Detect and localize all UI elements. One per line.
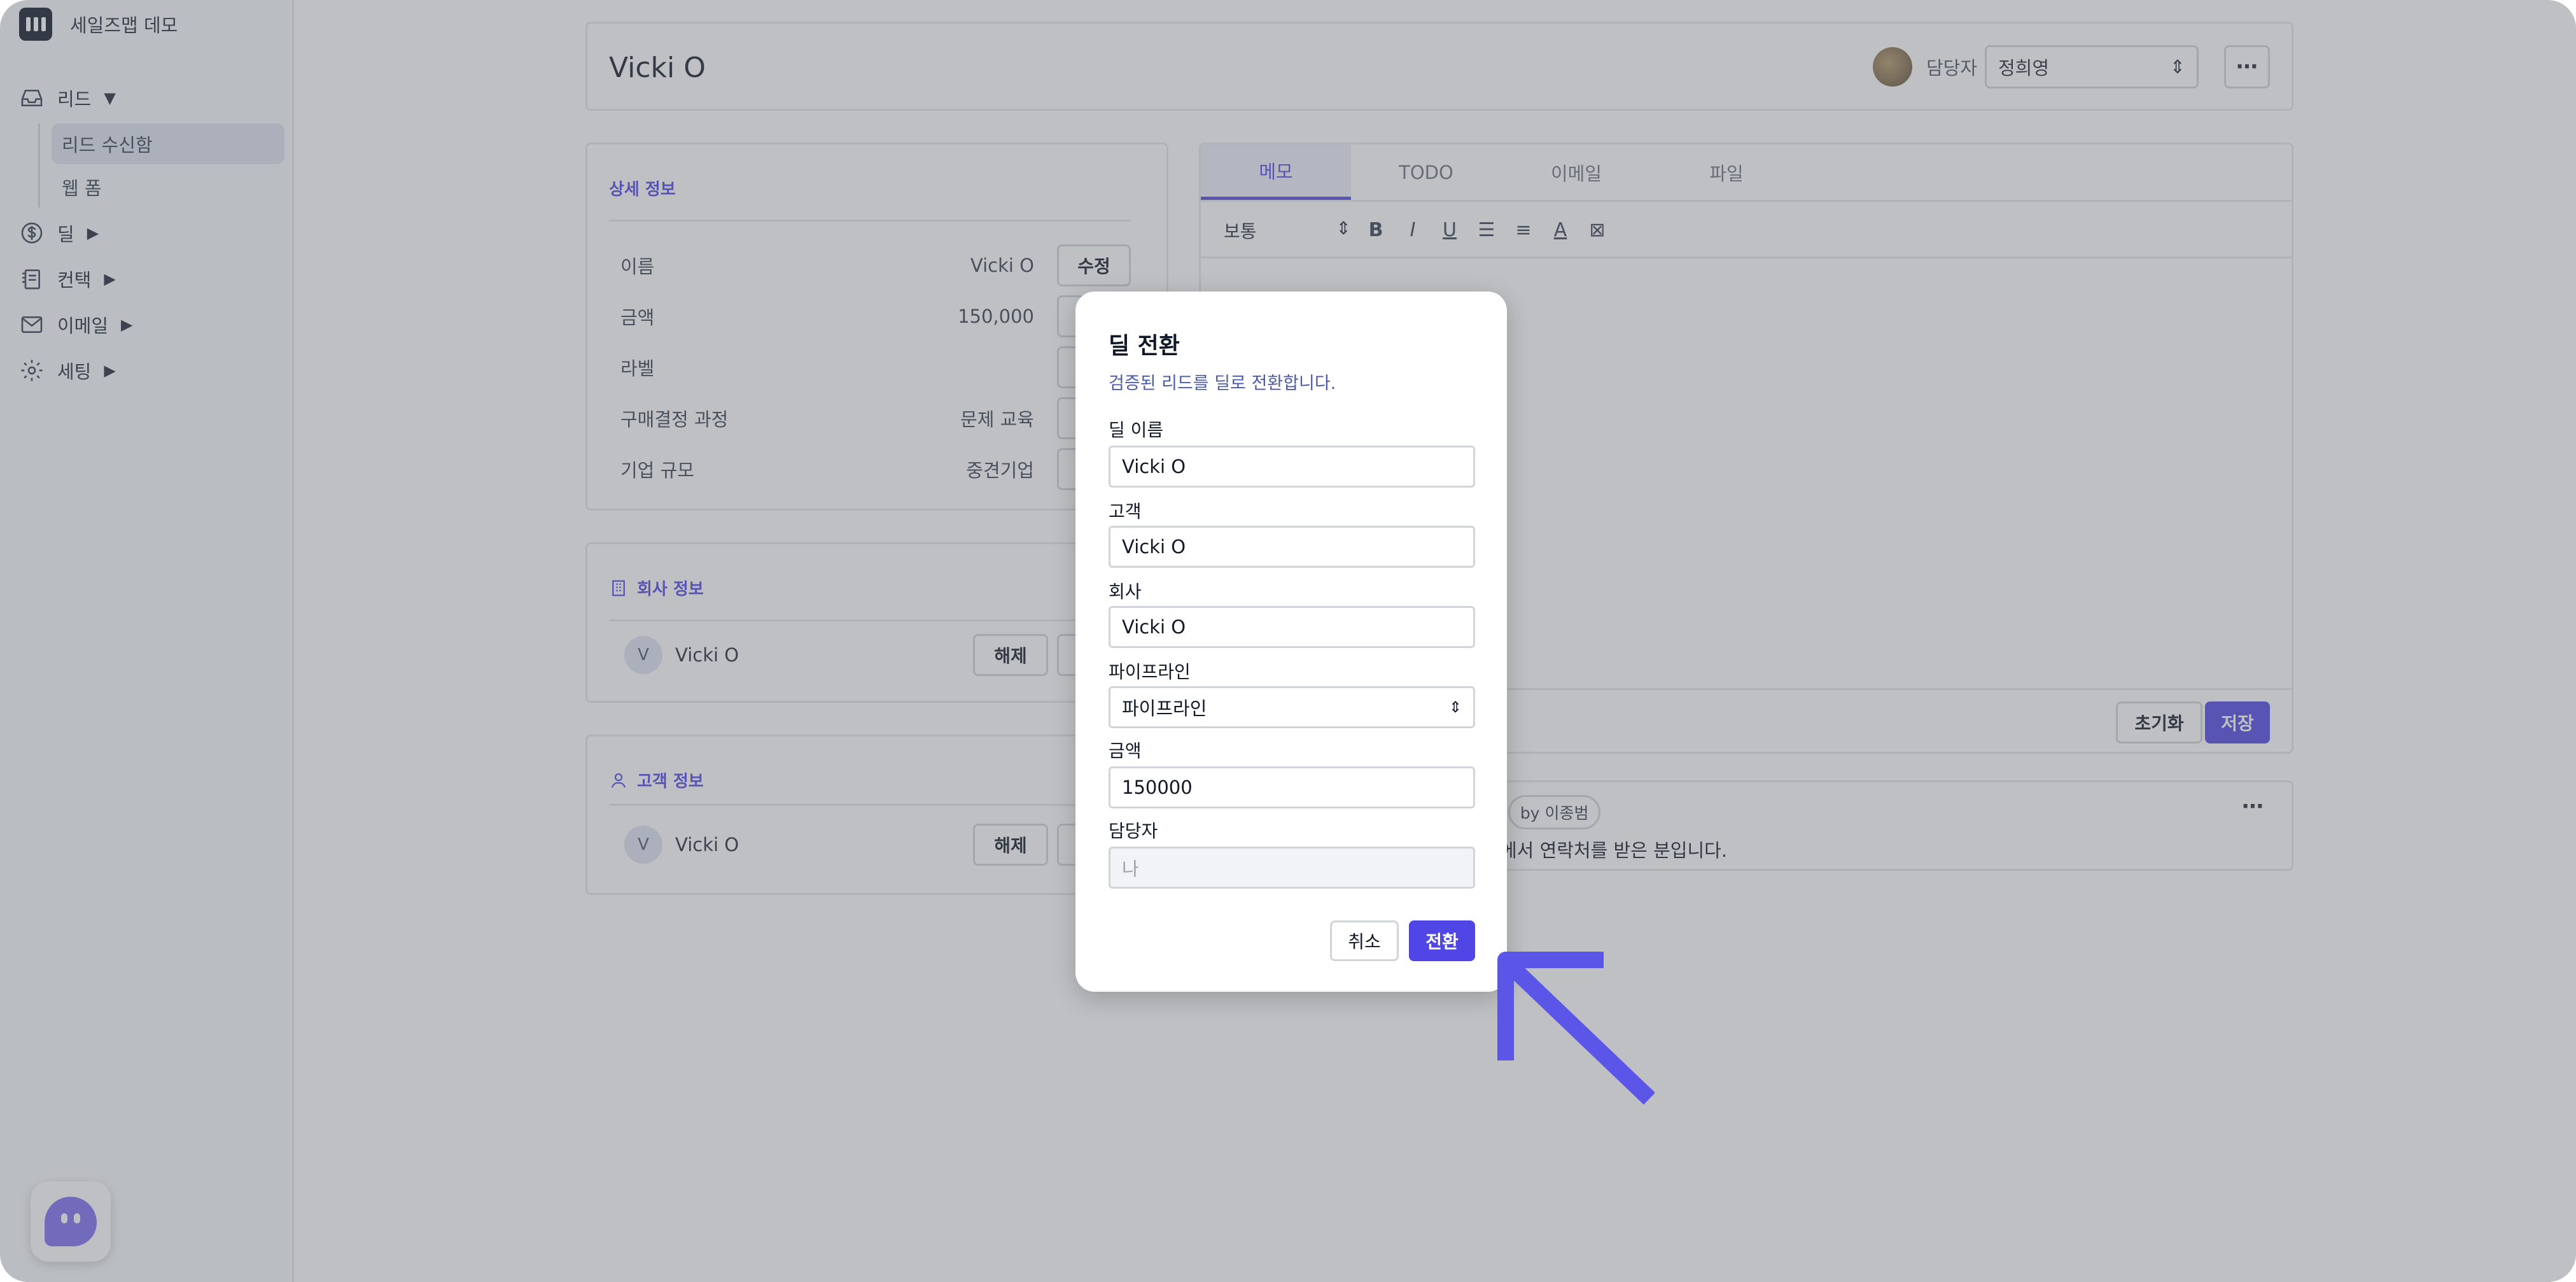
company-input[interactable]: Vicki O bbox=[1109, 606, 1475, 648]
pointer-arrow-icon bbox=[1497, 952, 1655, 1105]
amount-label: 금액 bbox=[1109, 740, 1142, 761]
customer-input[interactable]: Vicki O bbox=[1109, 526, 1475, 568]
deal-name-input[interactable]: Vicki O bbox=[1109, 446, 1475, 488]
amount-input[interactable]: 150000 bbox=[1109, 766, 1475, 808]
owner-label: 담당자 bbox=[1109, 821, 1158, 842]
pipeline-select[interactable]: 파이프라인 ⇕ bbox=[1109, 686, 1475, 728]
deal-name-label: 딜 이름 bbox=[1109, 419, 1164, 440]
modal-description: 검증된 리드를 딜로 전환합니다. bbox=[1109, 374, 1336, 393]
cancel-button[interactable]: 취소 bbox=[1330, 920, 1399, 961]
pipeline-label: 파이프라인 bbox=[1109, 661, 1191, 682]
pipeline-select-value: 파이프라인 bbox=[1122, 698, 1207, 719]
modal-title: 딜 전환 bbox=[1109, 333, 1180, 359]
convert-deal-modal: 딜 전환 검증된 리드를 딜로 전환합니다. 딜 이름 Vicki O 고객 V… bbox=[1075, 292, 1507, 992]
app-window: 세일즈맵 데모 리드 ▼ 리드 수신함 웹 폼 딜 ▶ 컨택 ▶ 이메일 ▶ 세… bbox=[0, 0, 2576, 1282]
convert-button[interactable]: 전환 bbox=[1409, 920, 1475, 961]
customer-label: 고객 bbox=[1109, 501, 1142, 522]
chevron-updown-icon: ⇕ bbox=[1448, 698, 1462, 716]
company-label: 회사 bbox=[1109, 581, 1142, 602]
owner-input: 나 bbox=[1109, 847, 1475, 889]
